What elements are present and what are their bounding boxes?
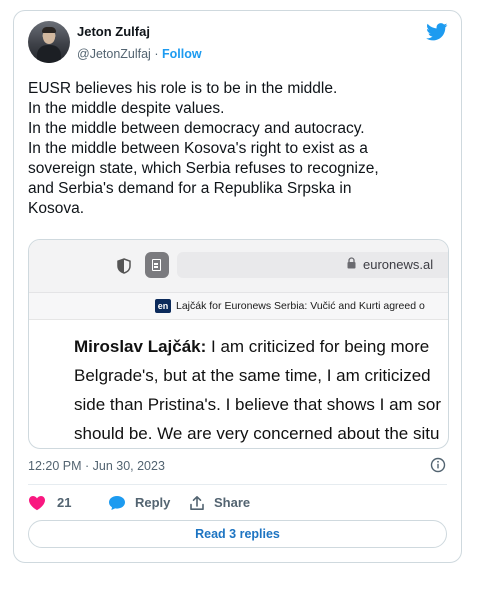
read-replies-button[interactable]: Read 3 replies: [28, 520, 447, 548]
avatar[interactable]: [28, 21, 70, 63]
tweet-card: Jeton Zulfaj @JetonZulfaj · Follow EUSR …: [13, 10, 462, 563]
like-button[interactable]: 21: [28, 493, 78, 513]
share-label: Share: [214, 495, 251, 510]
author-name[interactable]: Jeton Zulfaj: [77, 24, 150, 39]
tweet-line: and Serbia's demand for a Republika Srps…: [28, 180, 352, 197]
tweet-timestamp[interactable]: 12:20 PM · Jun 30, 2023: [28, 459, 165, 473]
media-screenshot[interactable]: euronews.al en Lajčák for Euronews Serbi…: [28, 239, 449, 449]
browser-toolbar: euronews.al: [29, 240, 448, 293]
heart-icon: [29, 496, 45, 511]
tweet-line: EUSR believes his role is to be in the m…: [28, 80, 338, 97]
url-bar: euronews.al: [177, 252, 448, 278]
reply-bubble-icon: [109, 496, 125, 510]
twitter-bird-icon[interactable]: [426, 23, 448, 41]
url-text: euronews.al: [363, 257, 434, 272]
tweet-line: Kosova.: [28, 200, 85, 217]
tweet-line: sovereign state, which Serbia refuses to…: [28, 160, 379, 177]
article-headline: Lajčák for Euronews Serbia: Vučić and Ku…: [176, 300, 425, 312]
article-quote: Miroslav Lajčák: I am criticized for bei…: [74, 332, 441, 448]
quote-text: I am criticized for being more: [206, 337, 430, 356]
euronews-logo: en: [155, 299, 171, 313]
reply-label: Reply: [135, 495, 171, 510]
follow-button[interactable]: Follow: [162, 47, 202, 61]
quote-line: Belgrade's, but at the same time, I am c…: [74, 366, 431, 385]
tweet-line: In the middle between Kosova's right to …: [28, 140, 368, 157]
lock-icon: [347, 257, 356, 269]
author-handle[interactable]: @JetonZulfaj: [77, 47, 151, 61]
author-handle-row: @JetonZulfaj · Follow: [77, 47, 202, 61]
quote-speaker: Miroslav Lajčák:: [74, 337, 207, 356]
tweet-text: EUSR believes his role is to be in the m…: [28, 79, 453, 219]
share-button[interactable]: Share: [189, 493, 269, 513]
tweet-line: In the middle between democracy and auto…: [28, 120, 365, 137]
tweet-line: In the middle despite values.: [28, 100, 225, 117]
quote-line: side than Pristina's. I believe that sho…: [74, 395, 442, 414]
like-count: 21: [57, 495, 72, 510]
shield-icon: [117, 258, 131, 274]
info-icon[interactable]: [430, 457, 446, 473]
share-icon: [190, 496, 204, 510]
separator: ·: [154, 47, 159, 61]
tabs-icon: [145, 252, 169, 278]
divider: [28, 484, 447, 485]
quote-line: should be. We are very concerned about t…: [74, 424, 440, 443]
quote-line: Miroslav Lajčák: I am criticized for bei…: [74, 332, 441, 361]
reply-button[interactable]: Reply: [108, 493, 188, 513]
article-headline-bar: en Lajčák for Euronews Serbia: Vučić and…: [29, 293, 448, 320]
